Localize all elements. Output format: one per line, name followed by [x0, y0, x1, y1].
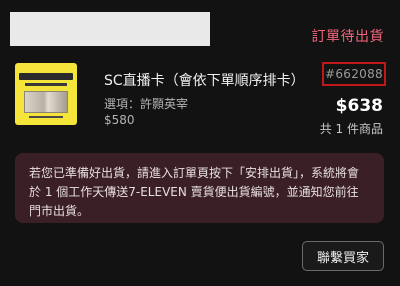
- thumbnail-stripe: [25, 83, 67, 86]
- product-option: 選項：許顥英宰: [104, 97, 189, 111]
- thumbnail-photo: [24, 91, 68, 113]
- contact-buyer-button[interactable]: 聯繫買家: [302, 241, 384, 271]
- thumbnail-footer: [29, 116, 63, 118]
- order-number: #662088: [322, 62, 386, 86]
- product-thumbnail[interactable]: [15, 63, 77, 125]
- shipping-notice: 若您已準備好出貨，請進入訂單頁按下「安排出貨」，系統將會於 1 個工作天傳送7-…: [15, 153, 384, 223]
- order-total: $638: [335, 96, 383, 116]
- order-card: 訂單待出貨 SC直播卡（會依下單順序排卡） 選項：許顥英宰 $580 #6620…: [0, 0, 400, 286]
- item-count: 共 1 件商品: [319, 122, 383, 136]
- product-name: SC直播卡（會依下單順序排卡）: [104, 73, 305, 89]
- redacted-buyer-bar: [10, 12, 210, 46]
- product-price: $580: [104, 113, 135, 127]
- order-status-label: 訂單待出貨: [311, 29, 384, 45]
- thumbnail-banner: [19, 73, 73, 80]
- shipping-notice-text: 若您已準備好出貨，請進入訂單頁按下「安排出貨」，系統將會於 1 個工作天傳送7-…: [29, 166, 360, 218]
